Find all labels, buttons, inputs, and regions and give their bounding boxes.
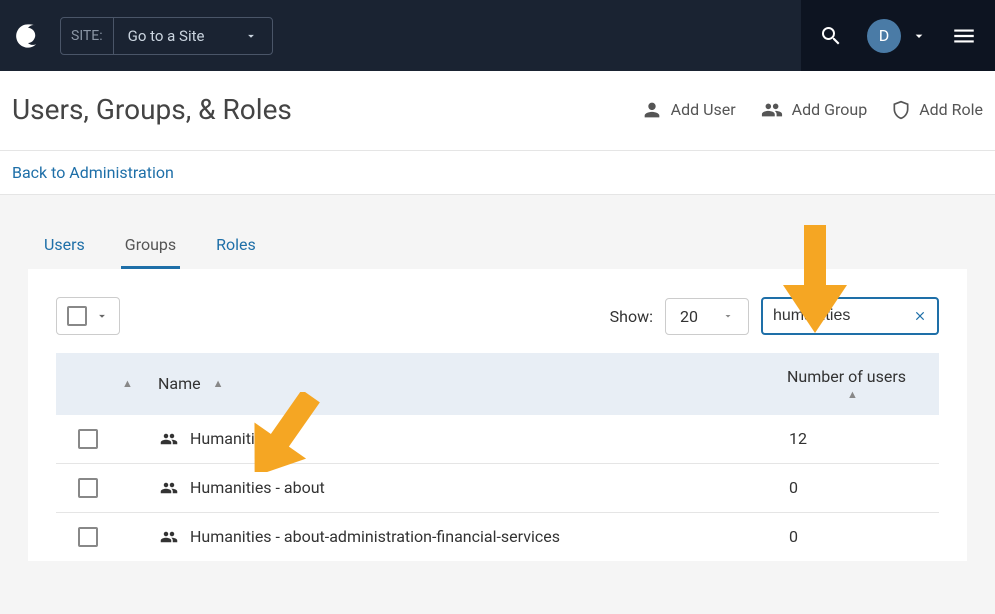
content: Users Groups Roles Show: 20 — [0, 195, 995, 561]
chevron-down-icon — [244, 29, 258, 43]
caret-down-icon — [722, 310, 734, 322]
table-row[interactable]: Humanities - about-administration-financ… — [56, 513, 939, 561]
sort-up-icon: ▲ — [122, 377, 133, 390]
panel-controls: Show: 20 — [56, 297, 939, 335]
clear-search-button[interactable] — [913, 309, 927, 323]
panel: Show: 20 ▲ Name ▲ — [28, 269, 967, 561]
row-name: Humanities - about — [158, 478, 787, 497]
search-box[interactable] — [761, 297, 939, 335]
show-select[interactable]: 20 — [665, 298, 749, 335]
close-icon — [913, 309, 927, 323]
chevron-down-icon — [911, 28, 927, 44]
site-selector[interactable]: SITE: Go to a Site — [60, 17, 273, 55]
tab-roles[interactable]: Roles — [212, 223, 260, 269]
row-checkbox[interactable] — [78, 527, 98, 547]
shield-icon — [891, 99, 911, 121]
row-checkbox[interactable] — [78, 478, 98, 498]
site-dropdown-text: Go to a Site — [128, 27, 205, 45]
menu-button[interactable] — [951, 23, 977, 49]
row-name-text: Humanities - about — [190, 478, 325, 497]
row-name: Humanities — [158, 429, 787, 448]
table-header: ▲ Name ▲ Number of users ▲ — [56, 353, 939, 415]
group-icon — [158, 528, 180, 546]
add-user-label: Add User — [671, 100, 736, 119]
row-name-text: Humanities - about-administration-financ… — [190, 527, 560, 546]
row-check — [78, 429, 122, 449]
col-users-label: Number of users — [787, 367, 917, 388]
row-name: Humanities - about-administration-financ… — [158, 527, 787, 546]
col-name-header[interactable]: Name ▲ — [158, 374, 787, 393]
add-role-button[interactable]: Add Role — [891, 99, 983, 121]
col-name-label: Name — [158, 374, 201, 393]
row-check — [78, 527, 122, 547]
search-input[interactable] — [773, 307, 905, 325]
person-icon — [641, 99, 663, 121]
select-all-button[interactable] — [56, 297, 120, 335]
group-icon — [760, 99, 784, 121]
add-group-button[interactable]: Add Group — [760, 99, 868, 121]
row-users: 0 — [787, 527, 917, 546]
back-link[interactable]: Back to Administration — [12, 163, 174, 182]
show-label: Show: — [610, 307, 653, 326]
site-dropdown[interactable]: Go to a Site — [114, 18, 273, 54]
row-users: 12 — [787, 429, 917, 448]
row-name-text: Humanities — [190, 429, 272, 448]
group-icon — [158, 430, 180, 448]
group-icon — [158, 479, 180, 497]
sort-up-icon: ▲ — [213, 377, 224, 390]
topbar-right: D — [801, 0, 995, 71]
add-role-label: Add Role — [919, 100, 983, 119]
row-users: 0 — [787, 478, 917, 497]
search-icon — [819, 24, 843, 48]
topbar-left: SITE: Go to a Site — [12, 17, 273, 55]
breadcrumb: Back to Administration — [0, 151, 995, 195]
row-checkbox[interactable] — [78, 429, 98, 449]
row-check — [78, 478, 122, 498]
tabs: Users Groups Roles — [28, 223, 967, 269]
add-group-label: Add Group — [792, 100, 868, 119]
sort-up-icon: ▲ — [847, 388, 858, 401]
controls-right: Show: 20 — [610, 297, 939, 335]
search-button[interactable] — [819, 24, 843, 48]
select-all-checkbox[interactable] — [67, 306, 87, 326]
add-user-button[interactable]: Add User — [641, 99, 736, 121]
tab-users[interactable]: Users — [40, 223, 89, 269]
table-row[interactable]: Humanities 12 — [56, 415, 939, 464]
hamburger-icon — [951, 23, 977, 49]
table-row[interactable]: Humanities - about 0 — [56, 464, 939, 513]
col-users-header[interactable]: Number of users ▲ — [787, 367, 917, 401]
user-menu[interactable]: D — [867, 19, 927, 53]
header-actions: Add User Add Group Add Role — [641, 99, 983, 121]
app-logo[interactable] — [12, 20, 44, 52]
tab-groups[interactable]: Groups — [121, 223, 180, 269]
topbar: SITE: Go to a Site D — [0, 0, 995, 71]
show-value: 20 — [680, 307, 698, 326]
site-label: SITE: — [61, 18, 114, 54]
page-header: Users, Groups, & Roles Add User Add Grou… — [0, 71, 995, 151]
avatar: D — [867, 19, 901, 53]
chevron-down-icon — [95, 309, 109, 323]
col-sort-indicator[interactable]: ▲ — [122, 377, 158, 390]
page-title: Users, Groups, & Roles — [12, 93, 292, 126]
